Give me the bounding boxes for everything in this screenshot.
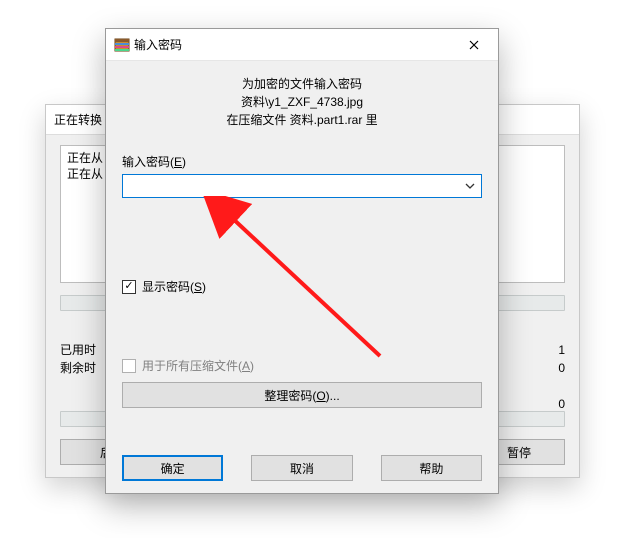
- show-password-label: 显示密码(S): [142, 278, 206, 295]
- show-password-checkbox[interactable]: [122, 280, 136, 294]
- dialog-titlebar: 输入密码: [106, 29, 498, 61]
- password-input[interactable]: [123, 175, 459, 197]
- ok-button[interactable]: 确定: [122, 455, 223, 481]
- help-button[interactable]: 帮助: [381, 455, 482, 481]
- dialog-title: 输入密码: [130, 36, 454, 53]
- chevron-down-icon: [465, 183, 475, 189]
- password-label: 输入密码(E): [122, 153, 482, 170]
- use-for-all-row: 用于所有压缩文件(A): [122, 357, 482, 374]
- password-dropdown-button[interactable]: [459, 175, 481, 197]
- dialog-button-row: 确定 取消 帮助: [122, 455, 482, 481]
- use-for-all-checkbox: [122, 359, 136, 373]
- password-dialog: 输入密码 为加密的文件输入密码 资料\y1_ZXF_4738.jpg 在压缩文件…: [105, 28, 499, 494]
- rar-icon: [114, 37, 130, 53]
- use-for-all-label: 用于所有压缩文件(A): [142, 357, 254, 374]
- prompt-line-2: 资料\y1_ZXF_4738.jpg: [122, 93, 482, 111]
- close-icon: [469, 40, 479, 50]
- remaining-label: 剩余时: [60, 359, 96, 377]
- prompt-line-3: 在压缩文件 资料.part1.rar 里: [122, 111, 482, 129]
- show-password-row[interactable]: 显示密码(S): [122, 278, 482, 295]
- prompt-line-1: 为加密的文件输入密码: [122, 75, 482, 93]
- close-button[interactable]: [454, 31, 494, 59]
- elapsed-label: 已用时: [60, 341, 96, 359]
- stat-value: 1: [558, 341, 565, 359]
- conversion-title: 正在转换: [54, 113, 102, 127]
- dialog-client: 为加密的文件输入密码 资料\y1_ZXF_4738.jpg 在压缩文件 资料.p…: [106, 61, 498, 493]
- stat-value: 0: [558, 359, 565, 377]
- prompt-block: 为加密的文件输入密码 资料\y1_ZXF_4738.jpg 在压缩文件 资料.p…: [122, 75, 482, 129]
- organize-passwords-button[interactable]: 整理密码(O)...: [122, 382, 482, 408]
- cancel-button[interactable]: 取消: [251, 455, 352, 481]
- password-combo[interactable]: [122, 174, 482, 198]
